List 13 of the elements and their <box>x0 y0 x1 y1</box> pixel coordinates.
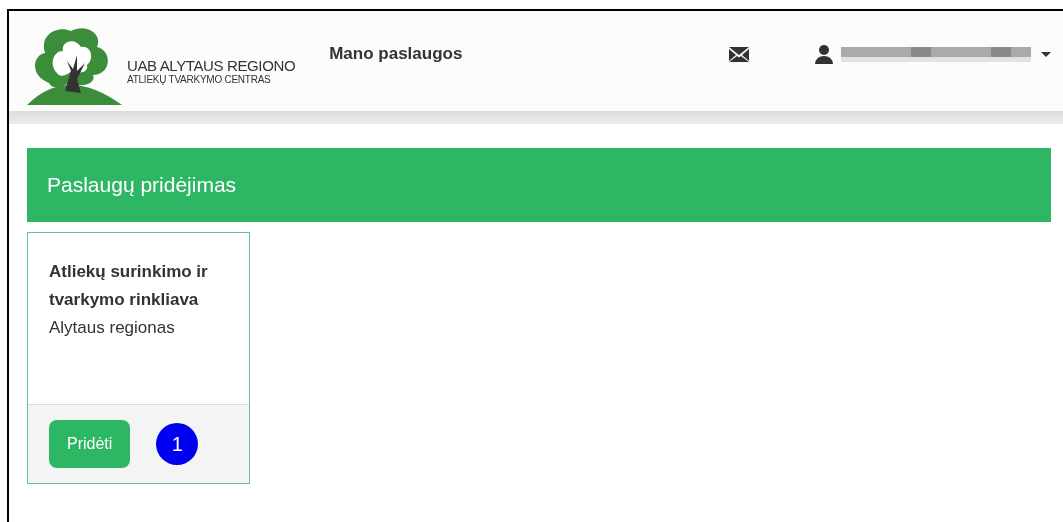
banner-title: Paslaugų pridėjimas <box>47 172 237 199</box>
tree-logo-icon <box>27 25 123 107</box>
logo-subtitle: ATLIEKŲ TVARKYMO CENTRAS <box>127 75 272 85</box>
mail-icon[interactable] <box>729 46 749 62</box>
card-title: Atliekų surinkimo ir tvarkymo rinkliava <box>49 261 209 311</box>
caret-icon <box>1041 51 1051 57</box>
step-marker: 1 <box>156 423 199 465</box>
nav-link[interactable]: Mano paslaugos <box>329 41 463 67</box>
user-icon <box>815 44 833 64</box>
card-subtitle: Alytaus regionas <box>49 317 176 339</box>
logo-title: UAB ALYTAUS REGIONO <box>127 58 296 73</box>
user-menu[interactable] <box>815 44 1051 64</box>
redacted-username-icon <box>841 45 1033 63</box>
